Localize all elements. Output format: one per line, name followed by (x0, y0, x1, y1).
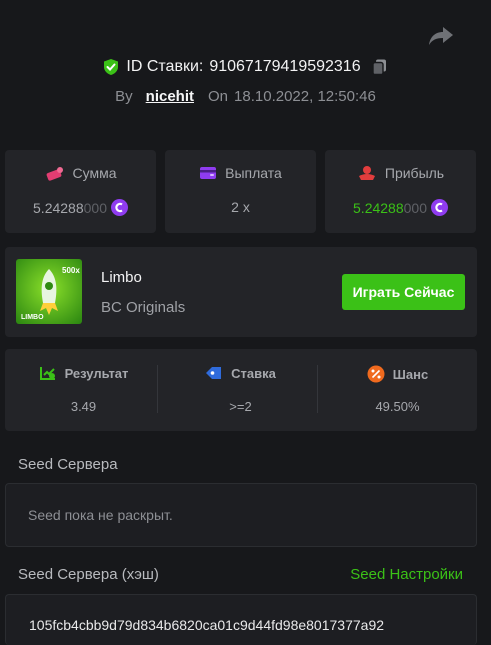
stat-amount-value: 5.24288 (33, 199, 84, 216)
stat-profit-label: Прибыль (384, 165, 445, 181)
thumb-title: LIMBO (21, 314, 44, 321)
server-seed-box: Seed пока не раскрыт. (5, 483, 477, 547)
seed-settings-link[interactable]: Seed Настройки (350, 566, 463, 583)
stat-profit-value: 5.24288 (353, 199, 404, 216)
server-seed-title: Seed Сервера (18, 456, 118, 473)
wallet-icon (200, 167, 217, 179)
shield-check-icon (104, 59, 119, 75)
result-column: Результат 3.49 (5, 349, 162, 431)
stat-amount-value-dim: 000 (83, 199, 107, 216)
coin-icon (110, 199, 128, 216)
game-name[interactable]: Limbo (101, 269, 142, 286)
author-row: By nicehit On 18.10.2022, 12:50:46 (0, 88, 491, 105)
bet-amount-icon (46, 167, 63, 181)
bet-value: >=2 (229, 399, 252, 414)
stat-payout-label: Выплата (225, 165, 282, 181)
bet-id-row: ID Ставки: 91067179419592316 (0, 58, 491, 76)
on-label: On (208, 88, 229, 105)
play-now-button[interactable]: Играть Сейчас (342, 274, 465, 310)
game-provider: BC Originals (101, 299, 186, 316)
server-seed-hash-value[interactable]: 105fcb4cbb9d79d834b6820ca01c9d44fd98e801… (29, 617, 384, 633)
coin-icon (430, 199, 448, 216)
copy-icon[interactable] (371, 58, 389, 76)
stat-profit-value-dim: 000 (403, 199, 427, 216)
bet-result-panel: Результат 3.49 Ставка >=2 Шанс 49.50% (5, 349, 477, 431)
server-seed-hash-box[interactable]: 105fcb4cbb9d79d834b6820ca01c9d44fd98e801… (5, 594, 477, 645)
game-thumbnail[interactable]: 500x LIMBO (16, 259, 82, 324)
server-seed-placeholder: Seed пока не раскрыт. (28, 507, 173, 523)
stat-amount-label: Сумма (72, 165, 117, 181)
bet-label: Ставка (231, 365, 276, 381)
game-card: 500x LIMBO Limbo BC Originals Играть Сей… (5, 247, 477, 337)
divider (317, 365, 318, 413)
chance-value: 49.50% (375, 399, 420, 414)
username-link[interactable]: nicehit (146, 88, 194, 105)
thumb-badge: 500x (62, 266, 80, 275)
bet-header: ID Ставки: 91067179419592316 By nicehit … (0, 0, 491, 140)
stat-profit: Прибыль 5.24288000 (325, 150, 476, 233)
bet-id-label: ID Ставки: (126, 58, 204, 75)
chart-check-icon (39, 367, 55, 380)
by-label: By (115, 88, 133, 105)
chance-column: Шанс 49.50% (319, 349, 476, 431)
stat-amount: Сумма 5.24288000 (5, 150, 156, 233)
result-label: Результат (64, 365, 129, 381)
divider (157, 365, 158, 413)
bet-column: Ставка >=2 (162, 349, 319, 431)
result-value: 3.49 (70, 399, 97, 414)
server-seed-hash-title: Seed Сервера (хэш) (18, 566, 159, 583)
stat-payout: Выплата 2 x (165, 150, 316, 233)
stat-payout-value: 2 x (231, 199, 250, 215)
tag-icon (206, 367, 222, 379)
bet-id-value: 91067179419592316 (209, 58, 361, 75)
bet-datetime: 18.10.2022, 12:50:46 (234, 88, 376, 105)
profit-icon (358, 166, 375, 180)
chance-label: Шанс (392, 366, 429, 382)
percent-icon (367, 365, 385, 383)
